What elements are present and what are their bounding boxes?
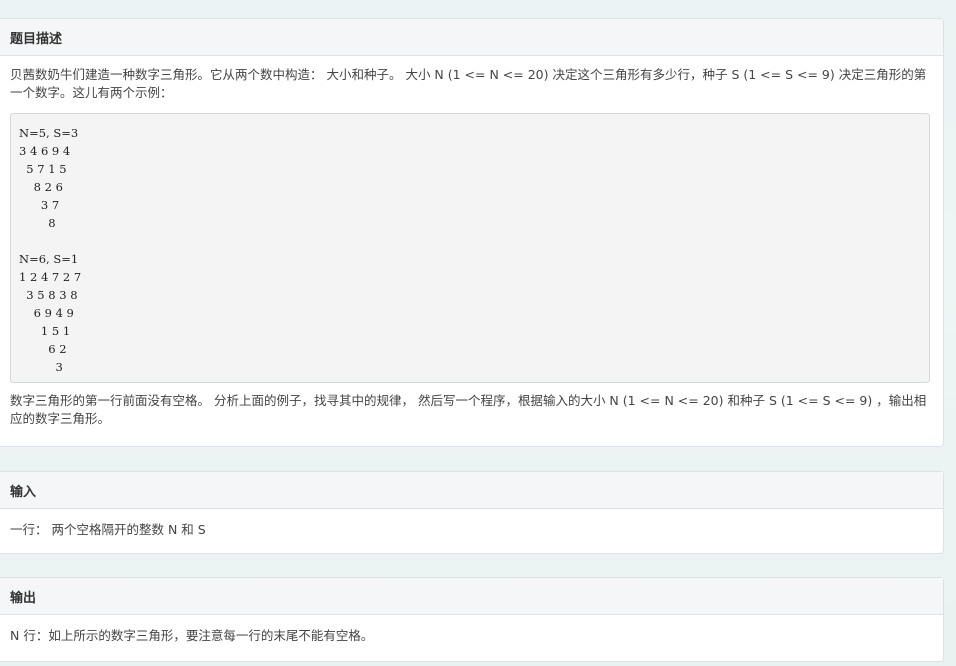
code-line: N=5, S=3 <box>19 126 79 140</box>
description-panel: 题目描述 贝茜数奶牛们建造一种数字三角形。它从两个数中构造： 大小和种子。 大小… <box>0 18 944 447</box>
output-heading: 输出 <box>0 578 943 615</box>
input-body: 一行： 两个空格隔开的整数 N 和 S <box>0 509 943 549</box>
output-body: N 行：如上所示的数字三角形，要注意每一行的末尾不能有空格。 <box>0 615 943 655</box>
code-line: 3 5 8 3 8 <box>19 288 78 302</box>
description-heading: 题目描述 <box>0 19 943 56</box>
code-line: N=6, S=1 <box>19 252 79 266</box>
output-text: N 行：如上所示的数字三角形，要注意每一行的末尾不能有空格。 <box>10 628 374 643</box>
description-outro: 数字三角形的第一行前面没有空格。 分析上面的例子，找寻其中的规律， 然后写一个程… <box>10 393 927 426</box>
input-heading: 输入 <box>0 472 943 509</box>
code-line: 3 4 6 9 4 <box>19 144 71 158</box>
sample-code-block: N=5, S=3 3 4 6 9 4 5 7 1 5 8 2 6 3 7 8 N=6… <box>10 113 930 383</box>
input-panel: 输入 一行： 两个空格隔开的整数 N 和 S <box>0 471 944 554</box>
output-panel: 输出 N 行：如上所示的数字三角形，要注意每一行的末尾不能有空格。 <box>0 577 944 662</box>
code-line: 8 2 6 <box>19 180 63 194</box>
code-line: 5 7 1 5 <box>19 162 67 176</box>
code-line: 6 2 <box>19 342 67 356</box>
code-line: 1 2 4 7 2 7 <box>19 270 82 284</box>
code-line: 3 7 <box>19 198 60 212</box>
description-intro: 贝茜数奶牛们建造一种数字三角形。它从两个数中构造： 大小和种子。 大小 N (1… <box>10 67 927 100</box>
input-text: 一行： 两个空格隔开的整数 N 和 S <box>10 522 206 537</box>
code-line: 6 9 4 9 <box>19 306 74 320</box>
code-line: 3 <box>19 360 63 374</box>
code-line: 1 5 1 <box>19 324 71 338</box>
description-body: 贝茜数奶牛们建造一种数字三角形。它从两个数中构造： 大小和种子。 大小 N (1… <box>0 56 943 438</box>
code-line: 8 <box>19 216 56 230</box>
